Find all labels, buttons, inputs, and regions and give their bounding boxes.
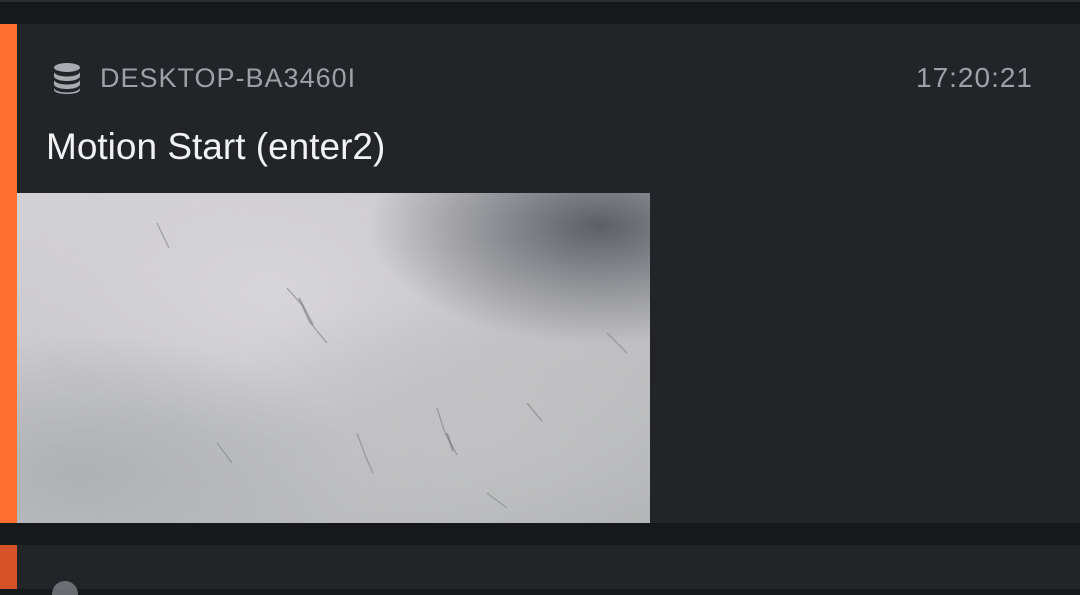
next-event-card[interactable] xyxy=(0,545,1080,595)
database-icon xyxy=(52,581,78,595)
event-title: Motion Start (enter2) xyxy=(46,126,386,167)
event-source-name: DESKTOP-BA3460I xyxy=(100,63,357,93)
event-header: DESKTOP-BA3460I xyxy=(52,62,356,94)
event-time: 17:20:21 xyxy=(916,62,1033,93)
database-icon xyxy=(52,62,82,94)
event-accent-bar xyxy=(0,24,17,523)
top-divider xyxy=(0,0,1080,24)
event-card[interactable]: DESKTOP-BA3460I 17:20:21 Motion Start (e… xyxy=(0,24,1080,523)
next-event-accent-bar xyxy=(0,545,17,589)
event-snapshot-image[interactable] xyxy=(17,193,650,523)
